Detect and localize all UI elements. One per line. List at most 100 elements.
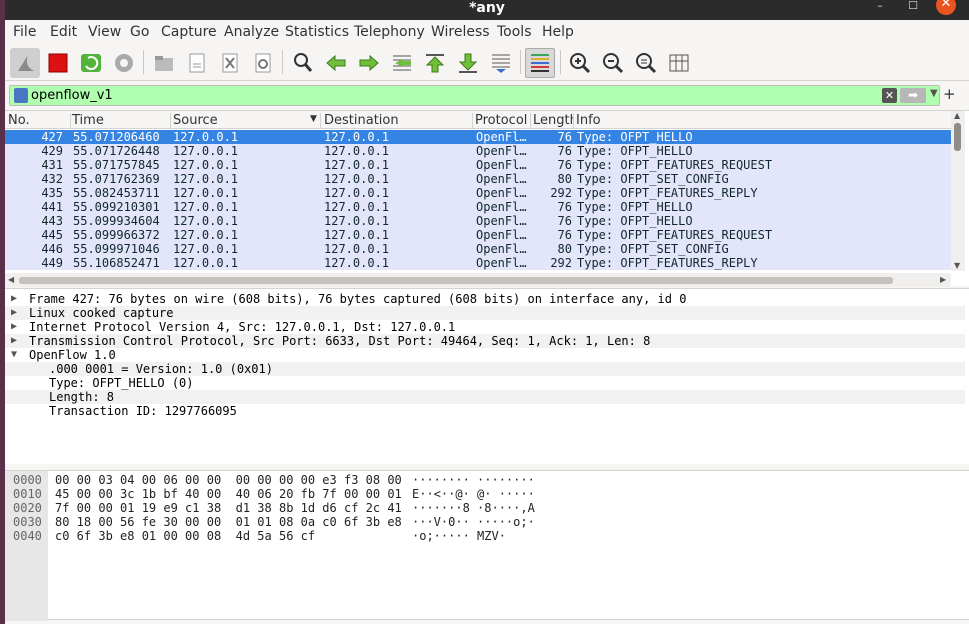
- bytes-row[interactable]: 0030 80 18 00 56 fe 30 00 00 01 01 08 0a …: [5, 515, 965, 529]
- detail-row[interactable]: Transaction ID: 1297766095: [5, 404, 965, 418]
- packet-cell-src: 127.0.0.1: [173, 186, 239, 200]
- detail-row[interactable]: ▶ Linux cooked capture: [5, 306, 965, 320]
- go-back-icon[interactable]: [321, 48, 351, 78]
- shark-fin-start-icon[interactable]: [10, 48, 40, 78]
- bytes-hex: 00 00 03 04 00 06 00 00 00 00 00 00 e3 f…: [55, 473, 402, 487]
- packet-list-vertical-scrollbar[interactable]: ▲ ▼: [951, 111, 965, 271]
- expand-arrow-icon[interactable]: ▶: [11, 292, 17, 306]
- apply-filter-icon[interactable]: ➡: [900, 88, 926, 103]
- packet-cell-src: 127.0.0.1: [173, 228, 239, 242]
- menu-analyze[interactable]: Analyze: [224, 24, 279, 40]
- menu-capture[interactable]: Capture: [161, 24, 217, 40]
- packet-bytes: 0000 00 00 03 04 00 06 00 00 00 00 00 00 …: [5, 470, 969, 621]
- bytes-row[interactable]: 0010 45 00 00 3c 1b bf 40 00 40 06 20 fb …: [5, 487, 965, 501]
- resize-columns-icon[interactable]: [664, 48, 694, 78]
- scroll-up-icon[interactable]: ▲: [954, 111, 960, 120]
- title-bar: *any – ☐ ✕: [5, 0, 969, 20]
- packet-row[interactable]: 445 55.099966372 127.0.0.1 127.0.0.1 OpenFl……: [5, 228, 951, 242]
- find-packet-icon[interactable]: [288, 48, 318, 78]
- maximize-button[interactable]: ☐: [903, 0, 923, 14]
- packet-row[interactable]: 429 55.071726448 127.0.0.1 127.0.0.1 OpenFl……: [5, 144, 951, 158]
- packet-row[interactable]: 441 55.099210301 127.0.0.1 127.0.0.1 OpenFl……: [5, 200, 951, 214]
- packet-cell-proto: OpenFl…: [476, 172, 527, 186]
- bookmark-icon[interactable]: [14, 88, 28, 103]
- collapse-arrow-icon[interactable]: ▼: [11, 348, 17, 362]
- packet-row[interactable]: 427 55.071206460 127.0.0.1 127.0.0.1 OpenFl……: [5, 130, 951, 144]
- bytes-hex: 80 18 00 56 fe 30 00 00 01 01 08 0a c0 6…: [55, 515, 402, 529]
- go-forward-icon[interactable]: [354, 48, 384, 78]
- close-file-icon[interactable]: [215, 48, 245, 78]
- column-info[interactable]: Info: [576, 113, 946, 129]
- first-packet-icon[interactable]: [420, 48, 450, 78]
- packet-cell-time: 55.082453711: [73, 186, 160, 200]
- bytes-row[interactable]: 0020 7f 00 00 01 19 e9 c1 38 d1 38 8b 1d …: [5, 501, 965, 515]
- column-source[interactable]: Source: [173, 113, 321, 129]
- scroll-right-icon[interactable]: ▶: [940, 275, 946, 284]
- vertical-scroll-thumb[interactable]: [954, 123, 961, 151]
- expand-arrow-icon[interactable]: ▶: [11, 306, 17, 320]
- detail-row[interactable]: Type: OFPT_HELLO (0): [5, 376, 965, 390]
- filter-history-dropdown-icon[interactable]: ▼: [930, 88, 938, 99]
- colorize-icon[interactable]: [525, 48, 555, 78]
- window-title: *any: [469, 0, 505, 16]
- last-packet-icon[interactable]: [453, 48, 483, 78]
- detail-row[interactable]: ▶ Transmission Control Protocol, Src Port…: [5, 334, 965, 348]
- menu-wireless[interactable]: Wireless: [431, 24, 490, 40]
- packet-cell-info: Type: OFPT_HELLO: [577, 130, 693, 144]
- toolbar-separator: [282, 50, 283, 74]
- autoscroll-icon[interactable]: [486, 48, 516, 78]
- menu-statistics[interactable]: Statistics: [285, 24, 349, 40]
- packet-cell-info: Type: OFPT_FEATURES_REQUEST: [577, 158, 773, 172]
- restart-capture-icon[interactable]: [76, 48, 106, 78]
- filter-text: openflow_v1: [31, 88, 113, 103]
- packet-list-horizontal-scrollbar[interactable]: ◀ ▶: [5, 273, 951, 287]
- expand-arrow-icon[interactable]: ▶: [11, 320, 17, 334]
- display-filter-input[interactable]: openflow_v1 ✕ ➡ ▼: [9, 85, 940, 106]
- bytes-row[interactable]: 0040 c0 6f 3b e8 01 00 00 08 4d 5a 56 cf ·…: [5, 529, 965, 543]
- wireshark-window: *any – ☐ ✕ File Edit View Go Capture Ana…: [5, 0, 969, 624]
- save-file-icon[interactable]: [182, 48, 212, 78]
- detail-row[interactable]: .000 0001 = Version: 1.0 (0x01): [5, 362, 965, 376]
- column-destination[interactable]: Destination: [324, 113, 473, 129]
- menu-go[interactable]: Go: [130, 24, 149, 40]
- packet-row[interactable]: 432 55.071762369 127.0.0.1 127.0.0.1 OpenFl……: [5, 172, 951, 186]
- scroll-left-icon[interactable]: ◀: [8, 275, 14, 284]
- scroll-down-icon[interactable]: ▼: [954, 261, 960, 270]
- zoom-out-icon[interactable]: [598, 48, 628, 78]
- packet-row[interactable]: 435 55.082453711 127.0.0.1 127.0.0.1 OpenFl……: [5, 186, 951, 200]
- column-time[interactable]: Time: [72, 113, 171, 129]
- column-length[interactable]: Length: [533, 113, 574, 129]
- packet-cell-dst: 127.0.0.1: [324, 200, 390, 214]
- menu-edit[interactable]: Edit: [50, 24, 77, 40]
- horizontal-scroll-thumb[interactable]: [19, 277, 893, 284]
- packet-row[interactable]: 443 55.099934604 127.0.0.1 127.0.0.1 OpenFl……: [5, 214, 951, 228]
- add-filter-button-icon[interactable]: +: [943, 85, 956, 103]
- open-file-icon[interactable]: [149, 48, 179, 78]
- reload-file-icon[interactable]: [248, 48, 278, 78]
- expand-arrow-icon[interactable]: ▶: [11, 334, 17, 348]
- packet-row[interactable]: 431 55.071757845 127.0.0.1 127.0.0.1 OpenFl……: [5, 158, 951, 172]
- capture-options-icon[interactable]: [109, 48, 139, 78]
- detail-row[interactable]: ▶ Internet Protocol Version 4, Src: 127.0…: [5, 320, 965, 334]
- detail-row[interactable]: ▶ Frame 427: 76 bytes on wire (608 bits),…: [5, 292, 965, 306]
- packet-row[interactable]: 449 55.106852471 127.0.0.1 127.0.0.1 OpenFl……: [5, 256, 951, 270]
- menu-telephony[interactable]: Telephony: [354, 24, 425, 40]
- column-protocol[interactable]: Protocol: [475, 113, 531, 129]
- bytes-row[interactable]: 0000 00 00 03 04 00 06 00 00 00 00 00 00 …: [5, 473, 965, 487]
- menu-help[interactable]: Help: [542, 24, 574, 40]
- menu-file[interactable]: File: [13, 24, 36, 40]
- column-no[interactable]: No.: [8, 113, 71, 129]
- sort-indicator-icon: ▼: [310, 114, 317, 124]
- detail-row[interactable]: ▼ OpenFlow 1.0: [5, 348, 965, 362]
- normal-size-icon[interactable]: [631, 48, 661, 78]
- clear-filter-icon[interactable]: ✕: [882, 88, 897, 103]
- menu-tools[interactable]: Tools: [497, 24, 532, 40]
- zoom-in-icon[interactable]: [565, 48, 595, 78]
- go-to-packet-icon[interactable]: [387, 48, 417, 78]
- packet-cell-src: 127.0.0.1: [173, 242, 239, 256]
- minimize-button[interactable]: –: [870, 0, 890, 14]
- menu-view[interactable]: View: [88, 24, 121, 40]
- stop-capture-icon[interactable]: [43, 48, 73, 78]
- detail-row[interactable]: Length: 8: [5, 390, 965, 404]
- packet-row[interactable]: 446 55.099971046 127.0.0.1 127.0.0.1 OpenFl……: [5, 242, 951, 256]
